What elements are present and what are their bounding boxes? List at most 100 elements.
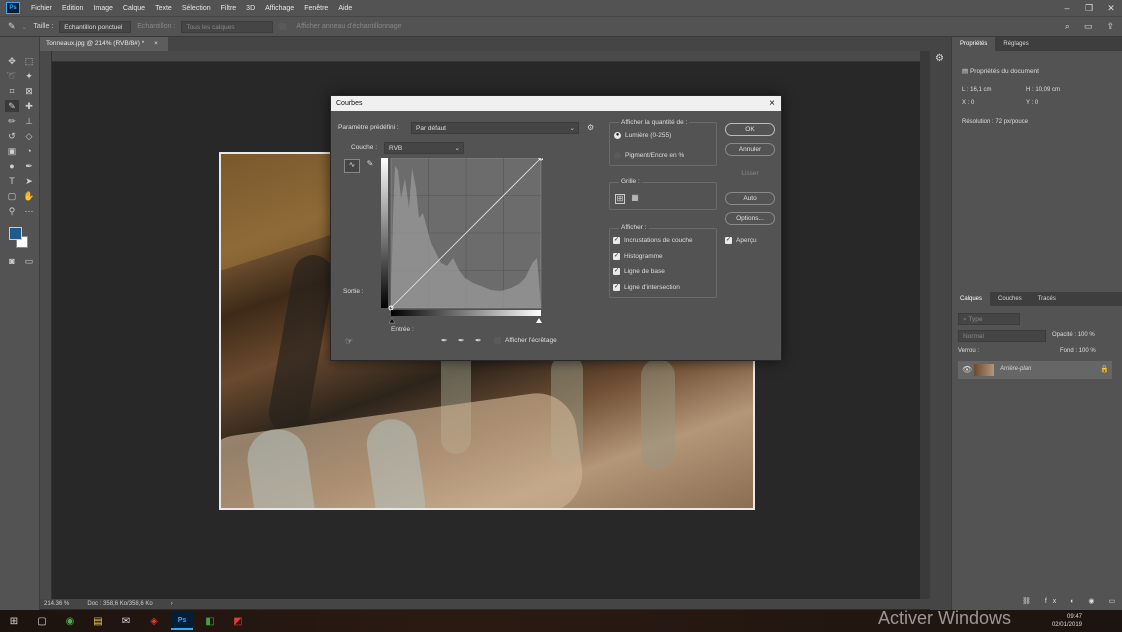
camtasia-red-icon[interactable]: ◩ (227, 612, 249, 630)
frame-tool-icon[interactable]: ⊠ (22, 85, 36, 97)
restore-icon[interactable]: ❐ (1078, 3, 1100, 14)
layer-filter-input[interactable]: ⌕ Type (958, 313, 1020, 325)
grid-simple-icon[interactable]: ⊞ (615, 194, 625, 204)
pencil-tool-icon[interactable]: ✎ (363, 159, 377, 173)
eyedropper-tool-icon[interactable]: ✎ (8, 21, 16, 32)
workspace-icon[interactable]: ▭ (1084, 21, 1093, 32)
gradient-tool-icon[interactable]: ▣ (5, 145, 19, 157)
menu-fenetre[interactable]: Fenêtre (299, 5, 333, 12)
grid-detailed-icon[interactable]: ▦ (630, 194, 640, 204)
eraser-tool-icon[interactable]: ◇ (22, 130, 36, 142)
menu-3d[interactable]: 3D (241, 5, 260, 12)
chrome-icon[interactable]: ◉ (59, 612, 81, 630)
preset-gear-icon[interactable]: ⚙ (587, 123, 594, 132)
lasso-tool-icon[interactable]: ➰ (5, 70, 19, 82)
brush-tool-icon[interactable]: ✏ (5, 115, 19, 127)
close-window-icon[interactable]: ✕ (1100, 3, 1122, 14)
menu-affichage[interactable]: Affichage (260, 5, 299, 12)
gray-eyedropper-icon[interactable]: ✒ (458, 336, 465, 345)
menu-filtre[interactable]: Filtre (216, 5, 242, 12)
mail-icon[interactable]: ✉ (115, 612, 137, 630)
search-icon[interactable]: ⌕ (1065, 21, 1070, 32)
app-red-icon[interactable]: ◈ (143, 612, 165, 630)
channel-select[interactable]: RVB ⌄ (384, 142, 464, 154)
share-icon[interactable]: ⇪ (1106, 21, 1114, 32)
dodge-tool-icon[interactable]: ● (5, 160, 19, 172)
layer-actions-icons[interactable]: ⛓ fx ◐ ◉ ▭ ▣ 🗑 (1022, 597, 1122, 605)
sample-layers-select[interactable]: Tous les calques (181, 20, 274, 33)
close-tab-icon[interactable]: × (154, 40, 158, 47)
task-view-icon[interactable]: ▢ (31, 612, 53, 630)
file-explorer-icon[interactable]: ▤ (87, 612, 109, 630)
overlays-checkbox[interactable]: ✓ (613, 237, 620, 244)
status-arrow-icon[interactable]: › (171, 599, 173, 609)
menu-fichier[interactable]: Fichier (26, 5, 57, 12)
foreground-color-swatch[interactable] (9, 227, 22, 240)
options-button[interactable]: Options... (725, 212, 775, 225)
windows-start-icon[interactable]: ⊞ (3, 612, 25, 630)
healing-brush-icon[interactable]: ✚ (22, 100, 36, 112)
y-value[interactable]: 0 (1035, 100, 1038, 106)
x-value[interactable]: 0 (971, 100, 974, 106)
pen-tool-icon[interactable]: ✒ (22, 160, 36, 172)
tab-properties[interactable]: Propriétés (952, 37, 996, 51)
shape-tool-icon[interactable]: ▢ (5, 190, 19, 202)
blur-tool-icon[interactable]: ◔ (22, 145, 36, 157)
eyedropper-icon[interactable]: ✎ (5, 100, 19, 112)
document-tab[interactable]: Tonneaux.jpg @ 214% (RVB/8#) * × (40, 37, 168, 51)
black-eyedropper-icon[interactable]: ✒ (441, 336, 448, 345)
auto-button[interactable]: Auto (725, 192, 775, 205)
histogram-checkbox[interactable]: ✓ (613, 253, 620, 260)
quick-mask-icon[interactable]: ◙ (5, 255, 19, 267)
type-tool-icon[interactable]: T (5, 175, 19, 187)
menu-edition[interactable]: Edition (57, 5, 88, 12)
chevron-down-icon[interactable]: ⌄ (22, 23, 28, 31)
layer-row-background[interactable]: 👁 Arrière-plan 🔒 (958, 361, 1112, 379)
tab-paths[interactable]: Tracés (1030, 292, 1064, 306)
fill-value[interactable]: 100 % (1079, 348, 1096, 354)
camtasia-green-icon[interactable]: ◧ (199, 612, 221, 630)
layer-name[interactable]: Arrière-plan (1000, 366, 1031, 372)
tab-adjustments[interactable]: Réglages (995, 37, 1036, 51)
tab-layers[interactable]: Calques (952, 292, 991, 306)
tab-channels[interactable]: Couches (990, 292, 1030, 306)
photoshop-taskbar-icon[interactable]: Ps (171, 612, 193, 630)
dialog-titlebar[interactable]: Courbes × (331, 96, 781, 111)
smooth-button[interactable]: Lisser (725, 167, 775, 180)
pigment-radio[interactable] (614, 152, 621, 159)
curve-point-tool-icon[interactable]: ∿ (344, 159, 360, 173)
ok-button[interactable]: OK (725, 123, 775, 136)
marquee-tool-icon[interactable]: ⬚ (22, 55, 36, 67)
menu-texte[interactable]: Texte (150, 5, 177, 12)
light-radio[interactable]: ● (614, 132, 621, 139)
reset-button[interactable]: Annuler (725, 143, 775, 156)
stamp-tool-icon[interactable]: ⊥ (22, 115, 36, 127)
hand-tool-icon[interactable]: ✋ (22, 190, 36, 202)
move-tool-icon[interactable]: ✥ (5, 55, 19, 67)
dialog-close-icon[interactable]: × (769, 96, 775, 111)
menu-selection[interactable]: Sélection (177, 5, 216, 12)
baseline-checkbox[interactable]: ✓ (613, 268, 620, 275)
menu-calque[interactable]: Calque (118, 5, 150, 12)
clipping-checkbox[interactable] (494, 337, 501, 344)
menu-aide[interactable]: Aide (333, 5, 357, 12)
menu-image[interactable]: Image (88, 5, 117, 12)
visibility-eye-icon[interactable]: 👁 (962, 365, 972, 374)
sample-size-select[interactable]: Echantillon ponctuel (59, 20, 132, 33)
ring-checkbox[interactable] (279, 23, 287, 30)
preview-checkbox[interactable]: ✓ (725, 237, 732, 244)
intersection-checkbox[interactable]: ✓ (613, 284, 620, 291)
clock[interactable]: 09:47 02/01/2019 (1052, 613, 1082, 629)
opacity-value[interactable]: 100 % (1078, 332, 1095, 338)
width-value[interactable]: 16,1 cm (970, 87, 991, 93)
zoom-readout[interactable]: 214.36 % (44, 599, 69, 609)
zoom-tool-icon[interactable]: ⚲ (5, 205, 19, 217)
adjust-panel-icon[interactable]: ⚙ (935, 53, 944, 64)
minimize-icon[interactable]: – (1056, 3, 1078, 13)
history-brush-icon[interactable]: ↺ (5, 130, 19, 142)
magic-wand-icon[interactable]: ✦ (22, 70, 36, 82)
white-eyedropper-icon[interactable]: ✒ (475, 336, 482, 345)
more-tools-icon[interactable]: ⋯ (22, 205, 36, 217)
crop-tool-icon[interactable]: ⌗ (5, 85, 19, 97)
height-value[interactable]: 10,09 cm (1035, 87, 1060, 93)
